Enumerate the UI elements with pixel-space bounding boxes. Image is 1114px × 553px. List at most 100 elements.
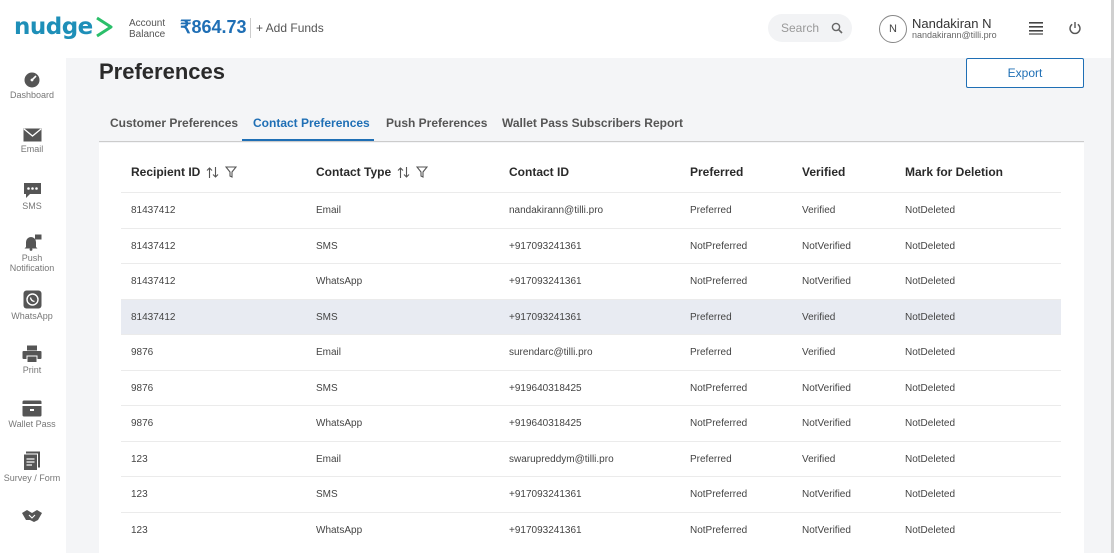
account-balance-value: ₹864.73 <box>180 17 247 37</box>
survey-form-icon <box>23 451 40 471</box>
whatsapp-icon <box>23 290 41 309</box>
cell-verified: NotVerified <box>802 418 851 429</box>
column-header-label: Recipient ID <box>131 165 201 179</box>
user-email: nandakirann@tilli.pro <box>912 30 997 40</box>
sidebar-item-label: Email <box>20 144 44 154</box>
cell-contact-type: SMS <box>316 240 338 252</box>
tab-customer-preferences[interactable]: Customer Preferences <box>110 116 238 130</box>
cell-mark-for-deletion: NotDeleted <box>905 347 956 358</box>
cell-contact-type: SMS <box>316 382 338 394</box>
sort-icon[interactable] <box>397 166 410 179</box>
export-button[interactable]: Export <box>966 58 1084 88</box>
sidebar-item-dashboard[interactable]: Dashboard <box>0 72 64 100</box>
search-box[interactable] <box>768 14 852 42</box>
table-row[interactable]: 81437412 SMS +917093241361 Preferred Verifie… <box>121 298 1061 334</box>
tab-push-preferences[interactable]: Push Preferences <box>386 116 487 130</box>
cell-preferred: NotPreferred <box>690 382 748 394</box>
cell-contact-id: +917093241361 <box>509 489 582 500</box>
cell-contact-id: +919640318425 <box>509 382 582 394</box>
cell-mark-for-deletion: NotDeleted <box>905 276 956 287</box>
cell-mark-for-deletion: NotDeleted <box>905 240 956 252</box>
cell-contact-id: +917093241361 <box>509 240 582 252</box>
cell-contact-id: +919640318425 <box>509 418 582 429</box>
cell-contact-type: SMS <box>316 489 338 500</box>
hamburger-menu-icon[interactable] <box>1028 21 1044 35</box>
logo-text: nudge <box>14 14 93 40</box>
cell-contact-type: WhatsApp <box>316 524 363 536</box>
sidebar-item-survey-form[interactable]: Survey / Form <box>0 451 64 483</box>
cell-contact-type: Email <box>316 453 342 465</box>
filter-icon[interactable] <box>416 166 429 178</box>
nudge-logo[interactable]: nudge <box>14 14 114 40</box>
table-row[interactable]: 123 Email swarupreddym@tilli.pro Preferred V… <box>121 440 1061 476</box>
cell-mark-for-deletion: NotDeleted <box>905 205 956 216</box>
sidebar-item-email[interactable]: Email <box>0 128 64 154</box>
logo-arrow-icon <box>95 16 113 38</box>
account-balance-label: Account Balance <box>129 18 166 40</box>
sidebar-item-label: Dashboard <box>9 90 55 100</box>
column-header-contact-id: Contact ID <box>509 165 569 179</box>
sidebar-item-push-notification[interactable]: Push Notification <box>0 234 64 273</box>
table-row[interactable]: 81437412 Email nandakirann@tilli.pro Prefer… <box>121 192 1061 227</box>
active-tab-indicator <box>242 139 374 141</box>
top-bar: nudge Account Balance ₹864.73 + Add Fund… <box>0 0 1114 58</box>
cell-mark-for-deletion: NotDeleted <box>905 311 956 323</box>
table-row[interactable]: 81437412 SMS +917093241361 NotPreferred NotV… <box>121 227 1061 263</box>
filter-icon[interactable] <box>225 166 238 178</box>
add-funds-link[interactable]: + Add Funds <box>256 21 324 35</box>
sidebar-item-label: Wallet Pass <box>8 419 56 429</box>
table-row[interactable]: 123 SMS +917093241361 NotPreferred NotVerifi… <box>121 476 1061 511</box>
sidebar-item-label: Print <box>22 365 42 375</box>
dashboard-icon <box>24 72 40 88</box>
cell-verified: Verified <box>802 205 836 216</box>
cell-recipient-id: 81437412 <box>131 240 176 252</box>
cell-preferred: NotPreferred <box>690 276 748 287</box>
cell-preferred: Preferred <box>690 347 732 358</box>
cell-preferred: NotPreferred <box>690 418 748 429</box>
column-header-recipient-id[interactable]: Recipient ID <box>131 165 238 179</box>
sidebar-item-label: Survey / Form <box>3 473 61 483</box>
sidebar-item-sms[interactable]: SMS <box>0 182 64 211</box>
column-header-preferred: Preferred <box>690 165 744 179</box>
cell-recipient-id: 9876 <box>131 382 154 394</box>
cell-recipient-id: 123 <box>131 453 148 465</box>
column-header-label: Contact Type <box>316 165 392 179</box>
contact-preferences-table: Recipient ID Contact Type Contact ID Pre… <box>99 143 1084 553</box>
avatar[interactable]: N <box>879 15 907 43</box>
cell-preferred: Preferred <box>690 311 732 323</box>
column-header-contact-type[interactable]: Contact Type <box>316 165 429 179</box>
sidebar-item-integrations[interactable] <box>0 509 64 523</box>
sidebar-item-wallet-pass[interactable]: Wallet Pass <box>0 400 64 429</box>
table-row[interactable]: 9876 Email surendarc@tilli.pro Preferred Ver… <box>121 334 1061 369</box>
cell-contact-id: +917093241361 <box>509 311 582 323</box>
cell-recipient-id: 81437412 <box>131 205 176 216</box>
cell-verified: Verified <box>802 311 836 323</box>
table-row[interactable]: 9876 WhatsApp +919640318425 NotPreferred Not… <box>121 405 1061 440</box>
cell-preferred: NotPreferred <box>690 489 748 500</box>
search-icon[interactable] <box>831 22 843 34</box>
table-row[interactable]: 81437412 WhatsApp +917093241361 NotPreferre… <box>121 263 1061 298</box>
cell-verified: Verified <box>802 453 836 465</box>
table-row[interactable]: 123 WhatsApp +917093241361 NotPreferred NotV… <box>121 511 1061 547</box>
cell-mark-for-deletion: NotDeleted <box>905 418 956 429</box>
search-input[interactable] <box>781 21 831 35</box>
cell-preferred: Preferred <box>690 453 732 465</box>
cell-recipient-id: 81437412 <box>131 276 176 287</box>
table-row[interactable]: 9876 SMS +919640318425 NotPreferred NotVerif… <box>121 369 1061 405</box>
cell-recipient-id: 123 <box>131 524 148 536</box>
sort-icon[interactable] <box>206 166 219 179</box>
sidebar-item-print[interactable]: Print <box>0 345 64 375</box>
cell-contact-id: nandakirann@tilli.pro <box>509 205 604 216</box>
cell-contact-id: +917093241361 <box>509 524 582 536</box>
power-icon[interactable] <box>1068 21 1082 35</box>
sidebar-item-whatsapp[interactable]: WhatsApp <box>0 290 64 321</box>
cell-verified: NotVerified <box>802 489 851 500</box>
cell-contact-id: swarupreddym@tilli.pro <box>509 453 614 465</box>
cell-contact-id: +917093241361 <box>509 276 582 287</box>
cell-verified: Verified <box>802 347 836 358</box>
sidebar-item-label: WhatsApp <box>11 311 53 321</box>
page-title: Preferences <box>99 59 225 84</box>
tab-contact-preferences[interactable]: Contact Preferences <box>253 116 370 130</box>
cell-contact-type: Email <box>316 347 342 358</box>
tab-wallet-pass-subscribers-report[interactable]: Wallet Pass Subscribers Report <box>502 116 683 130</box>
